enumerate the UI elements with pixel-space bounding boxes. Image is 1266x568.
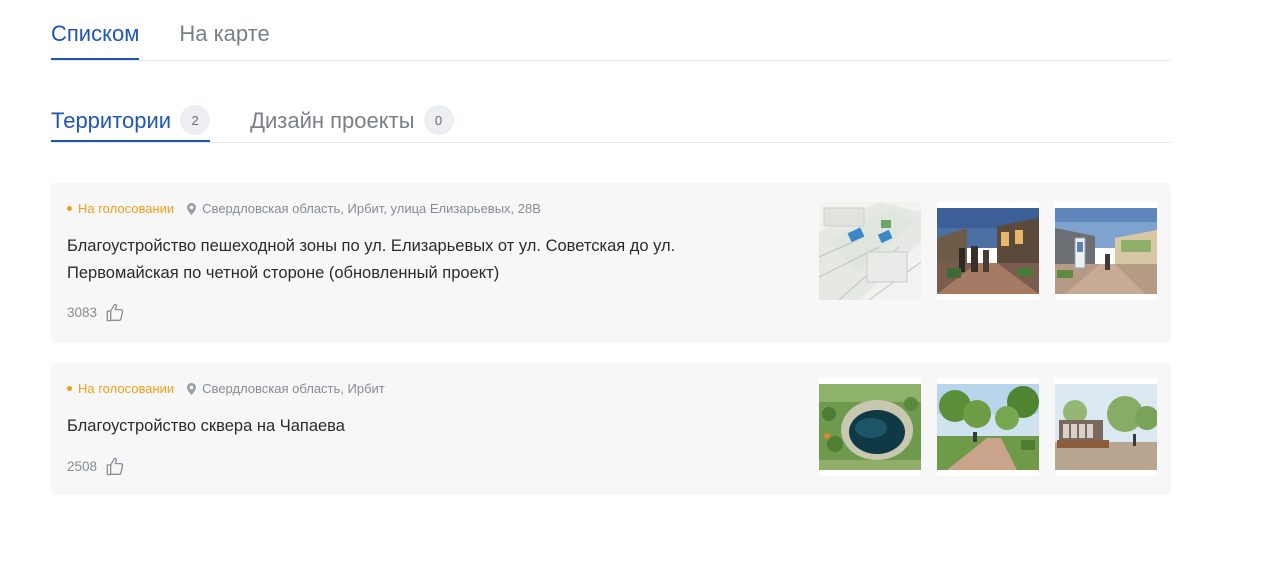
project-list: На голосовании Свердловская область, Ирб…	[51, 183, 1171, 495]
tab-list[interactable]: Списком	[51, 0, 140, 60]
tab-design-projects-label: Дизайн проекты	[250, 108, 415, 133]
thumbnail-site-plan[interactable]	[819, 202, 921, 300]
likes: 2508	[67, 456, 125, 477]
location: Свердловская область, Ирбит, улица Елиза…	[187, 201, 541, 216]
thumbnail-gallery	[819, 202, 1173, 300]
view-tabs: Списком На карте	[51, 0, 1171, 61]
park-walkway-image	[937, 384, 1039, 470]
status-dot-icon	[67, 386, 72, 391]
aerial-pond-image	[819, 384, 921, 470]
card-meta: На голосовании Свердловская область, Ирб…	[67, 201, 541, 216]
status-badge: На голосовании	[67, 381, 174, 396]
tab-territories[interactable]: Территории 2	[51, 101, 211, 142]
thumbnail-park-walkway[interactable]	[937, 378, 1039, 476]
project-title[interactable]: Благоустройство сквера на Чапаева	[67, 413, 767, 440]
likes-count: 2508	[67, 459, 98, 474]
content: Списком На карте Территории 2 Дизайн про…	[51, 0, 1171, 515]
location-pin-icon	[187, 202, 197, 215]
project-title[interactable]: Благоустройство пешеходной зоны по ул. Е…	[67, 233, 767, 287]
status-label: На голосовании	[78, 201, 175, 216]
site-plan-image	[819, 202, 921, 300]
thumbnail-aerial-pond[interactable]	[819, 378, 921, 476]
thumbnail-gallery	[819, 378, 1173, 476]
tab-design-projects[interactable]: Дизайн проекты 0	[250, 101, 454, 141]
card-meta: На голосовании Свердловская область, Ирб…	[67, 381, 385, 396]
park-sign-image	[1055, 384, 1157, 470]
location-text: Свердловская область, Ирбит, улица Елиза…	[202, 201, 541, 216]
category-tabs: Территории 2 Дизайн проекты 0	[51, 101, 1171, 143]
status-dot-icon	[67, 206, 72, 211]
territories-count-badge: 2	[180, 105, 211, 135]
location: Свердловская область, Ирбит	[187, 381, 385, 396]
location-pin-icon	[187, 382, 197, 395]
thumbs-up-icon[interactable]	[104, 456, 125, 477]
project-card[interactable]: На голосовании Свердловская область, Ирб…	[51, 363, 1171, 495]
tab-map[interactable]: На карте	[179, 0, 269, 59]
project-card[interactable]: На голосовании Свердловская область, Ирб…	[51, 183, 1171, 343]
tab-territories-label: Территории	[51, 108, 172, 133]
thumbnail-street-stand[interactable]	[1055, 202, 1157, 300]
thumbs-up-icon[interactable]	[104, 302, 125, 323]
likes-count: 3083	[67, 305, 98, 320]
status-badge: На голосовании	[67, 201, 174, 216]
likes: 3083	[67, 302, 125, 323]
street-stand-image	[1055, 208, 1157, 294]
thumbnail-park-sign[interactable]	[1055, 378, 1157, 476]
status-label: На голосовании	[78, 381, 175, 396]
location-text: Свердловская область, Ирбит	[202, 381, 385, 396]
design-projects-count-badge: 0	[423, 105, 454, 135]
evening-street-image	[937, 208, 1039, 294]
thumbnail-evening-street[interactable]	[937, 202, 1039, 300]
